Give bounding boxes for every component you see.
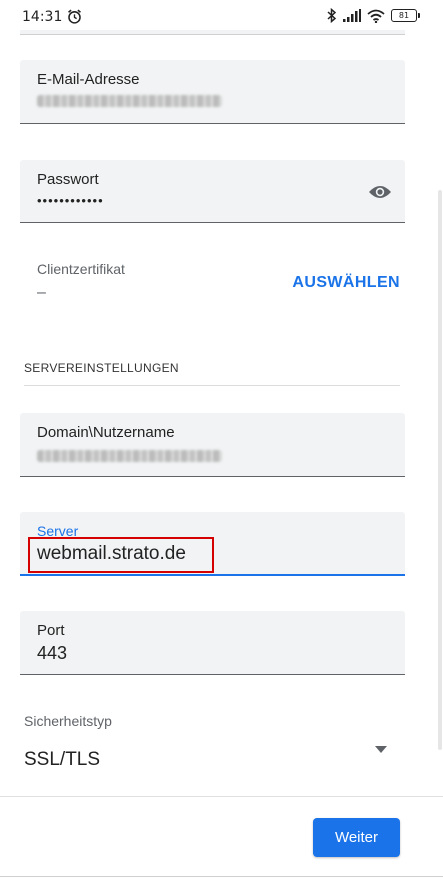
wifi-icon	[367, 9, 385, 23]
server-highlight-box	[28, 537, 214, 573]
email-field[interactable]: E-Mail-Adresse	[20, 60, 405, 124]
section-divider	[24, 385, 400, 386]
scrollbar[interactable]	[438, 190, 442, 750]
battery-icon: 81	[391, 9, 420, 22]
domain-username-label: Domain\Nutzername	[37, 424, 175, 441]
bottom-edge	[0, 876, 443, 877]
previous-field-edge	[20, 30, 405, 35]
security-type-select[interactable]: SSL/TLS	[24, 749, 100, 771]
port-field[interactable]: Port 443	[20, 611, 405, 675]
email-value-redacted	[37, 95, 222, 107]
server-settings-heading: SERVEREINSTELLUNGEN	[24, 361, 179, 375]
footer-divider	[0, 796, 443, 797]
status-time: 14:31	[22, 9, 63, 25]
dropdown-arrow-icon[interactable]	[375, 746, 387, 753]
choose-certificate-button[interactable]: AUSWÄHLEN	[292, 274, 400, 292]
client-certificate-value: –	[37, 284, 46, 301]
bluetooth-icon	[327, 8, 337, 23]
domain-username-field[interactable]: Domain\Nutzername	[20, 413, 405, 477]
port-label: Port	[37, 622, 65, 639]
next-button[interactable]: Weiter	[313, 818, 400, 857]
password-label: Passwort	[37, 171, 99, 188]
client-certificate-label: Clientzertifikat	[37, 261, 125, 277]
port-value[interactable]: 443	[37, 643, 67, 664]
alarm-icon	[68, 9, 81, 24]
status-icons: 81	[327, 8, 420, 23]
signal-icon	[343, 9, 361, 22]
battery-level: 81	[398, 11, 410, 20]
password-field[interactable]: Passwort ••••••••••••	[20, 160, 405, 223]
domain-username-value-redacted	[37, 450, 222, 462]
eye-icon[interactable]	[368, 183, 392, 201]
security-type-label: Sicherheitstyp	[24, 713, 112, 729]
password-value: ••••••••••••	[37, 193, 104, 208]
email-label: E-Mail-Adresse	[37, 71, 140, 88]
server-field[interactable]: Server webmail.strato.de	[20, 512, 405, 576]
